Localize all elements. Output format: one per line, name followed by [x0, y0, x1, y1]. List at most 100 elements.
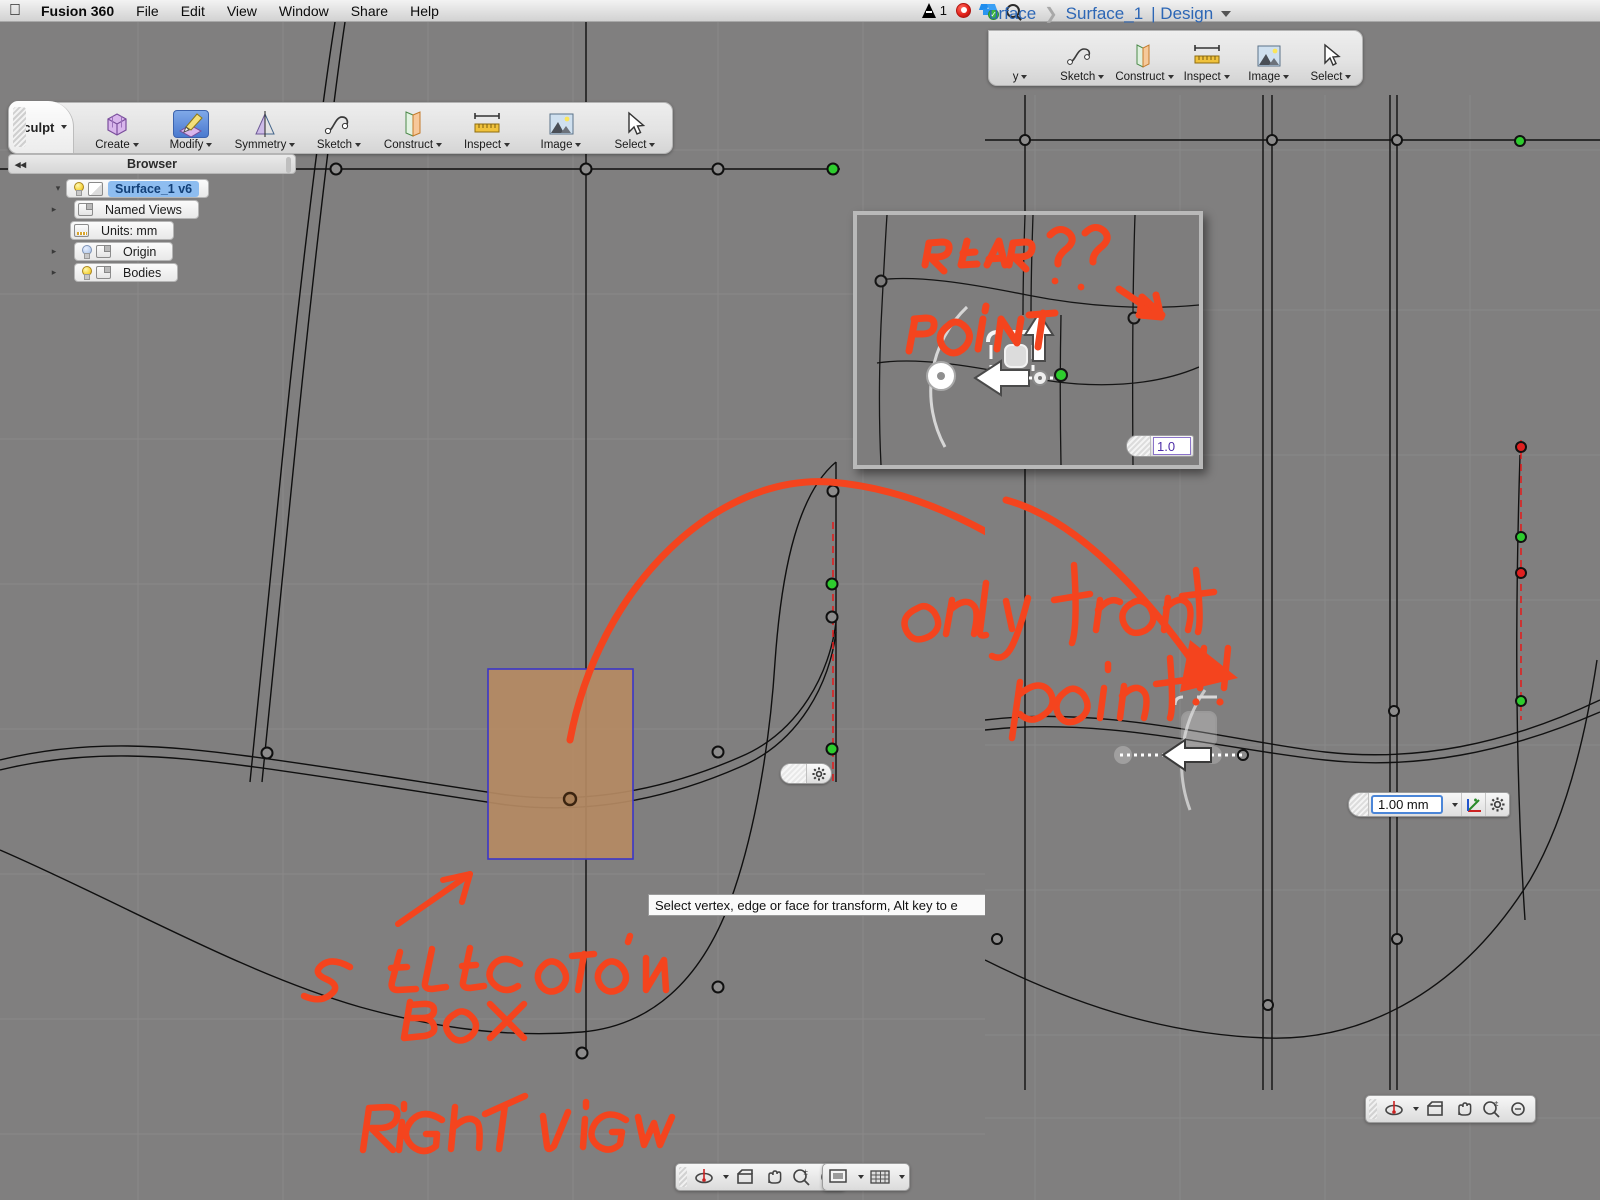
rw-breadcrumb-doc[interactable]: Surface_1	[1066, 4, 1144, 24]
menu-app-name[interactable]: Fusion 360	[30, 0, 125, 22]
tree-item-label: Named Views	[105, 202, 182, 217]
select-cursor-icon	[623, 110, 647, 138]
menu-view[interactable]: View	[216, 0, 268, 22]
mac-menu-bar[interactable]:  Fusion 360 File Edit View Window Share…	[0, 0, 1600, 22]
gear-icon[interactable]	[1485, 793, 1509, 816]
visibility-bulb-icon[interactable]	[78, 244, 94, 260]
display-settings-toolbar[interactable]	[822, 1163, 910, 1191]
visibility-bulb-icon[interactable]	[78, 265, 94, 281]
browser-panel[interactable]: ◂◂ Browser ▾ Surface_1 v6 ▸ Named Views	[8, 154, 296, 283]
distance-input[interactable]: 1.00 mm	[1371, 795, 1443, 814]
inset-distance-input[interactable]: 1.0	[1153, 437, 1191, 455]
selection-box	[487, 668, 634, 860]
drag-grip-icon[interactable]	[781, 764, 807, 783]
inset-value-field[interactable]: 1.0	[1126, 435, 1194, 457]
select-cursor-icon	[1319, 42, 1343, 70]
autodesk-status-icon[interactable]: 1	[921, 3, 947, 18]
tree-item-label: Origin	[123, 244, 157, 259]
disclosure-collapsed-icon[interactable]: ▸	[46, 267, 62, 278]
disclosure-collapsed-icon[interactable]: ▸	[46, 246, 62, 257]
orbit-icon[interactable]	[691, 1165, 717, 1189]
navigation-toolbar[interactable]: ±	[675, 1163, 846, 1191]
look-at-icon[interactable]	[1422, 1097, 1448, 1121]
ribbon-button-create[interactable]: Create	[80, 101, 154, 153]
move-axis-icon[interactable]	[1461, 793, 1485, 816]
chevron-down-icon[interactable]	[719, 1175, 730, 1179]
rw-breadcrumb-project[interactable]: urface	[989, 4, 1036, 24]
create-box-icon	[102, 110, 132, 138]
ribbon-label: Select	[614, 139, 647, 151]
chevron-down-icon[interactable]	[854, 1175, 865, 1179]
display-settings-icon[interactable]	[826, 1165, 852, 1189]
tree-item-origin[interactable]: ▸ Origin	[8, 241, 296, 262]
ribbon-button-construct[interactable]: Construct	[376, 101, 450, 153]
zoom-icon[interactable]: ±	[788, 1165, 814, 1189]
disclosure-collapsed-icon[interactable]: ▸	[46, 204, 62, 215]
tree-item-label: Bodies	[123, 265, 162, 280]
toolbar-ribbon[interactable]: Sculpt Create Modify Symmetry Sketch Con…	[8, 101, 673, 154]
zoom-icon[interactable]: ±	[1478, 1097, 1504, 1121]
right-window-ribbon[interactable]: y Sketch Construct Inspect Image Select	[988, 30, 1363, 86]
drag-grip-icon[interactable]	[1349, 793, 1369, 816]
menu-help[interactable]: Help	[399, 0, 450, 22]
ribbon-button-inspect[interactable]: Inspect	[1176, 33, 1238, 85]
tree-item-named-views[interactable]: ▸ Named Views	[8, 199, 296, 220]
ribbon-button-symmetry[interactable]: Symmetry	[228, 101, 302, 153]
fit-icon[interactable]	[1506, 1097, 1532, 1121]
inspect-ruler-icon	[1190, 42, 1224, 70]
ribbon-button-inspect[interactable]: Inspect	[450, 101, 524, 153]
folder-icon	[78, 203, 93, 216]
viewport-gear-pill[interactable]	[780, 763, 832, 784]
look-at-icon[interactable]	[732, 1165, 758, 1189]
transform-value-field[interactable]: 1.00 mm	[1348, 792, 1510, 817]
drag-grip-icon[interactable]	[679, 1167, 687, 1187]
ribbon-button-construct[interactable]: Construct	[1113, 33, 1175, 85]
pan-icon[interactable]	[760, 1165, 786, 1189]
ribbon-button-partial[interactable]: y	[989, 33, 1051, 85]
visibility-bulb-icon[interactable]	[70, 181, 86, 197]
chevron-down-icon[interactable]	[1445, 802, 1461, 807]
menu-window[interactable]: Window	[268, 0, 340, 22]
ribbon-button-sketch[interactable]: Sketch	[1051, 33, 1113, 85]
ribbon-label: Inspect	[1183, 71, 1221, 83]
ribbon-button-image[interactable]: Image	[524, 101, 598, 153]
ribbon-button-sketch[interactable]: Sketch	[302, 101, 376, 153]
ribbon-button-select[interactable]: Select	[598, 101, 672, 153]
ribbon-label: Modify	[169, 139, 204, 151]
pan-icon[interactable]	[1450, 1097, 1476, 1121]
menu-edit[interactable]: Edit	[170, 0, 216, 22]
menu-file[interactable]: File	[125, 0, 170, 22]
right-navigation-toolbar[interactable]: ±	[1365, 1095, 1536, 1123]
tree-item-surface[interactable]: ▾ Surface_1 v6	[8, 178, 296, 199]
record-icon[interactable]	[956, 3, 971, 18]
orbit-icon[interactable]	[1381, 1097, 1407, 1121]
chevron-down-icon[interactable]	[1409, 1107, 1420, 1111]
ribbon-label: Sketch	[1060, 71, 1096, 83]
ribbon-button-image[interactable]: Image	[1238, 33, 1300, 85]
drag-grip-icon[interactable]	[13, 107, 26, 147]
collapse-left-icon[interactable]: ◂◂	[15, 158, 26, 171]
apple-logo-icon[interactable]: 	[0, 2, 30, 19]
tree-item-bodies[interactable]: ▸ Bodies	[8, 262, 296, 283]
disclosure-expanded-icon[interactable]: ▾	[50, 183, 66, 194]
browser-tree[interactable]: ▾ Surface_1 v6 ▸ Named Views Units: mm ▸…	[8, 174, 296, 283]
workspace-tab-sculpt[interactable]: Sculpt	[9, 101, 74, 153]
tree-item-units[interactable]: Units: mm	[8, 220, 296, 241]
ribbon-label: Construct	[1115, 71, 1165, 83]
browser-scrollbar[interactable]	[286, 157, 291, 173]
drag-grip-icon[interactable]	[1127, 436, 1151, 456]
ribbon-label: Inspect	[463, 139, 502, 151]
gear-icon[interactable]	[807, 764, 832, 783]
right-window-breadcrumb: urface ❯ Surface_1 | Design	[985, 0, 1232, 28]
drag-grip-icon[interactable]	[1369, 1099, 1377, 1119]
sketch-spline-icon	[324, 110, 354, 138]
ribbon-label: Sketch	[316, 139, 353, 151]
ribbon-button-modify[interactable]: Modify	[154, 101, 228, 153]
browser-header: ◂◂ Browser	[8, 154, 296, 174]
grid-settings-icon[interactable]	[867, 1165, 893, 1189]
chevron-down-icon[interactable]	[895, 1175, 906, 1179]
menu-share[interactable]: Share	[340, 0, 399, 22]
chevron-down-icon[interactable]	[1221, 11, 1232, 17]
right-viewport-canvas[interactable]	[985, 0, 1600, 1200]
ribbon-button-select[interactable]: Select	[1300, 33, 1362, 85]
